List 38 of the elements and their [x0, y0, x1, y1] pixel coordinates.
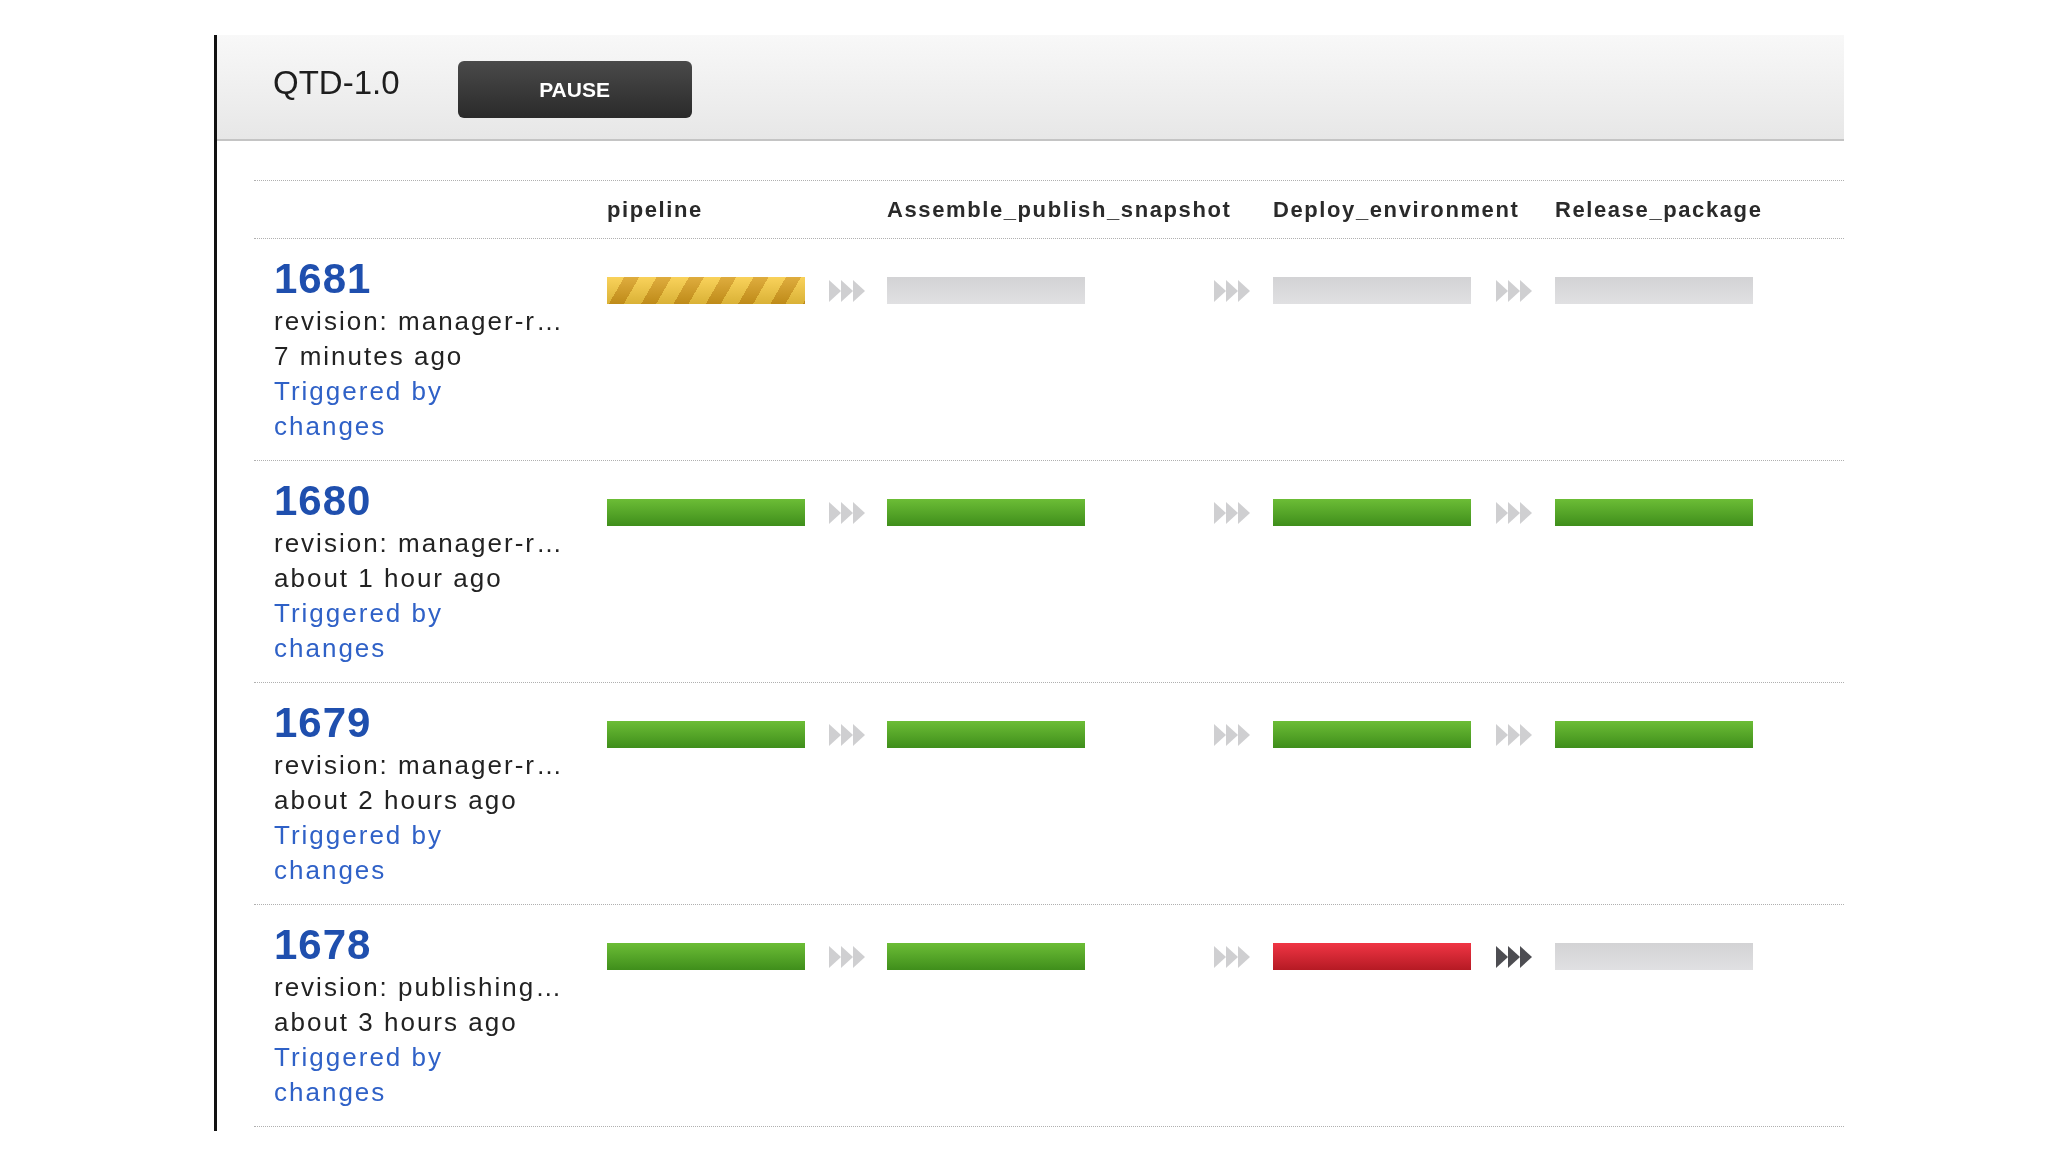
stage-column-header: Deploy_environment [1273, 196, 1521, 223]
trigger-link[interactable]: Triggered by changes [274, 1040, 504, 1110]
revision-text: revision: publishing… [274, 971, 564, 1004]
stage-column-header: Assemble_publish_snapshot [887, 196, 1233, 223]
stage-bar[interactable] [1273, 499, 1471, 526]
stage-bar[interactable] [887, 943, 1085, 970]
stage-bar[interactable] [887, 721, 1085, 748]
stage-bar[interactable] [887, 277, 1085, 304]
trigger-link[interactable]: Triggered by changes [274, 596, 504, 666]
run-number-link[interactable]: 1680 [274, 476, 372, 526]
stage-bar[interactable] [607, 721, 805, 748]
revision-text: revision: manager-r… [274, 305, 564, 338]
stage-bar[interactable] [1555, 943, 1753, 970]
trigger-link[interactable]: Triggered by changes [274, 374, 504, 444]
stage-bar[interactable] [1555, 499, 1753, 526]
revision-text: revision: manager-r… [274, 749, 564, 782]
stage-bar[interactable] [607, 943, 805, 970]
run-time-text: about 2 hours ago [274, 784, 518, 817]
run-number-link[interactable]: 1681 [274, 254, 372, 304]
stage-bar[interactable] [887, 499, 1085, 526]
pause-button[interactable]: PAUSE [457, 61, 692, 118]
stage-bar[interactable] [1273, 721, 1471, 748]
revision-text: revision: manager-r… [274, 527, 564, 560]
run-number-link[interactable]: 1678 [274, 920, 372, 970]
stage-bar[interactable] [607, 499, 805, 526]
stage-bar[interactable] [1555, 721, 1753, 748]
run-time-text: about 3 hours ago [274, 1006, 518, 1039]
stage-column-header: pipeline [607, 196, 704, 223]
run-number-link[interactable]: 1679 [274, 698, 372, 748]
run-time-text: 7 minutes ago [274, 340, 464, 373]
stage-bar[interactable] [1273, 943, 1471, 970]
stage-bar[interactable] [1555, 277, 1753, 304]
stage-bar[interactable] [1273, 277, 1471, 304]
stage-bar[interactable] [607, 277, 805, 304]
stage-column-header: Release_package [1555, 196, 1764, 223]
trigger-link[interactable]: Triggered by changes [274, 818, 504, 888]
run-time-text: about 1 hour ago [274, 562, 503, 595]
pipeline-title: QTD-1.0 [273, 63, 400, 103]
